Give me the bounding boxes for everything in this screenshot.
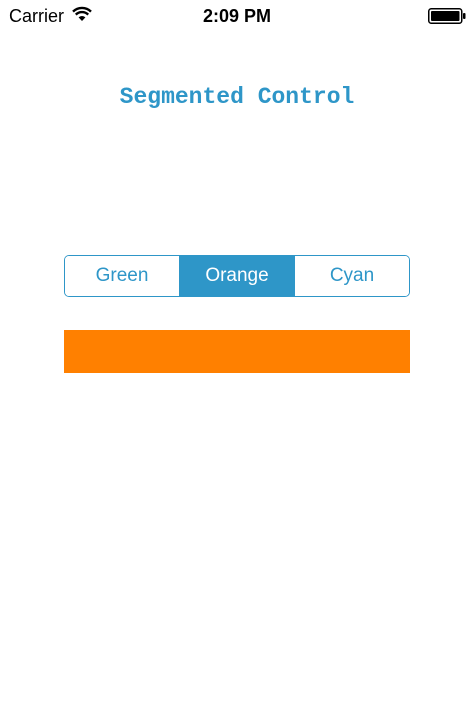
battery-icon	[428, 8, 466, 24]
segment-orange[interactable]: Orange	[179, 256, 294, 296]
page-title: Segmented Control	[119, 84, 355, 110]
status-time: 2:09 PM	[202, 6, 272, 26]
segment-cyan[interactable]: Cyan	[294, 256, 409, 296]
segment-green[interactable]: Green	[65, 256, 179, 296]
color-swatch	[64, 330, 410, 373]
color-segmented-control: Green Orange Cyan	[64, 255, 410, 297]
app-screen: Carrier 2:09 PM Segmented Control Green …	[0, 0, 474, 711]
status-bar: Carrier 2:09 PM	[0, 0, 474, 32]
